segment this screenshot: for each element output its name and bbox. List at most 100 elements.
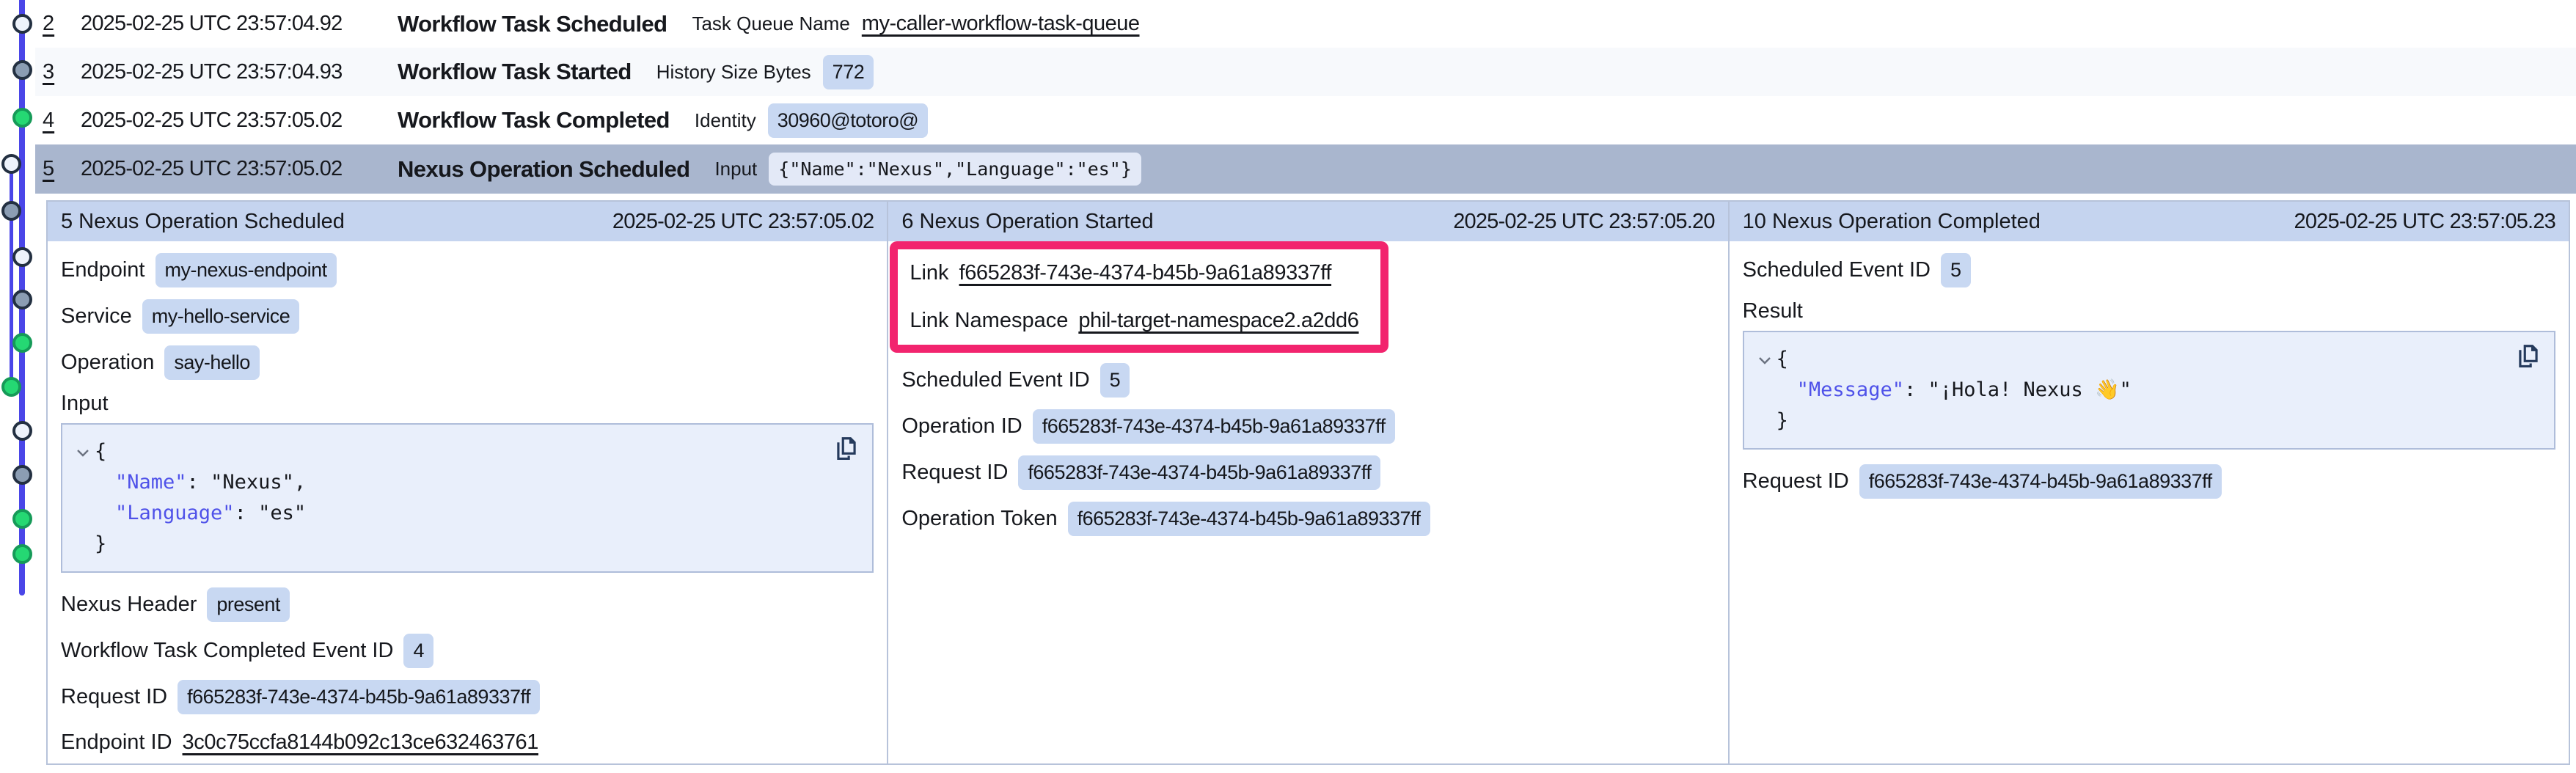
field-label: Operation: [61, 351, 154, 375]
operation-token-badge: f665283f-743e-4374-b45b-9a61a89337ff: [1068, 502, 1430, 536]
json-open-brace: {: [95, 440, 106, 463]
timeline-dot-white: [1, 154, 21, 174]
timeline-dot-green: [12, 333, 32, 353]
input-json-viewer: { "Name": "Nexus", "Language": "es" }: [61, 423, 874, 573]
timeline-dot-white: [12, 247, 32, 267]
json-key: "Language": [115, 502, 235, 524]
json-line: "Message": "¡Hola! Nexus 👋": [1757, 375, 2541, 406]
panel-header: 10 Nexus Operation Completed 2025-02-25 …: [1730, 202, 2569, 241]
panel-header: 6 Nexus Operation Started 2025-02-25 UTC…: [888, 202, 1727, 241]
field-label: Operation Token: [901, 507, 1057, 531]
json-line: "Language": "es": [76, 498, 859, 529]
timeline-dot-gray: [12, 60, 32, 80]
field-request-id: Request ID f665283f-743e-4374-b45b-9a61a…: [1743, 464, 2555, 499]
endpoint-badge: my-nexus-endpoint: [155, 253, 337, 287]
input-json-badge: {"Name":"Nexus","Language":"es"}: [769, 153, 1141, 186]
event-attr-label: History Size Bytes: [656, 61, 811, 84]
event-group-detail: 5 Nexus Operation Scheduled 2025-02-25 U…: [46, 200, 2570, 765]
event-row-2[interactable]: 2 2025-02-25 UTC 23:57:04.92 Workflow Ta…: [35, 0, 2576, 48]
field-label: Request ID: [1743, 469, 1849, 494]
timeline-dot-green: [1, 377, 21, 397]
event-row-3[interactable]: 3 2025-02-25 UTC 23:57:04.93 Workflow Ta…: [35, 48, 2576, 96]
json-value: "es": [258, 502, 306, 524]
event-attr-label: Input: [714, 158, 757, 180]
json-line: "Name": "Nexus",: [76, 467, 859, 498]
event-id-link[interactable]: 5: [43, 157, 81, 181]
field-label: Endpoint: [61, 258, 145, 282]
request-id-badge: f665283f-743e-4374-b45b-9a61a89337ff: [1018, 455, 1380, 490]
json-key: "Message": [1797, 378, 1904, 401]
event-name: Workflow Task Started: [398, 59, 632, 85]
operation-id-badge: f665283f-743e-4374-b45b-9a61a89337ff: [1033, 409, 1395, 444]
task-queue-link[interactable]: my-caller-workflow-task-queue: [862, 12, 1140, 36]
event-id-link[interactable]: 3: [43, 60, 81, 84]
field-label: Nexus Header: [61, 593, 197, 617]
timeline-dot-gray: [12, 290, 32, 309]
json-close-brace: }: [1757, 406, 2541, 436]
event-name: Workflow Task Completed: [398, 107, 670, 133]
field-wtce-id: Workflow Task Completed Event ID 4: [61, 634, 874, 668]
field-label: Workflow Task Completed Event ID: [61, 639, 393, 663]
nexus-header-badge: present: [207, 587, 290, 622]
field-endpoint: Endpoint my-nexus-endpoint: [61, 253, 874, 287]
field-endpoint-id: Endpoint ID 3c0c75ccfa8144b092c13ce63246…: [61, 726, 874, 758]
event-attr-label: Identity: [695, 109, 756, 132]
collapse-chevron-icon[interactable]: [1757, 344, 1777, 375]
field-label: Service: [61, 304, 132, 329]
event-name: Nexus Operation Scheduled: [398, 156, 689, 183]
field-scheduled-event-id: Scheduled Event ID 5: [901, 363, 1714, 398]
panel-title: 6 Nexus Operation Started: [901, 210, 1153, 234]
field-request-id: Request ID f665283f-743e-4374-b45b-9a61a…: [901, 455, 1714, 490]
event-row-4[interactable]: 4 2025-02-25 UTC 23:57:05.02 Workflow Ta…: [35, 96, 2576, 144]
timeline-dot-white: [12, 14, 32, 34]
request-id-badge: f665283f-743e-4374-b45b-9a61a89337ff: [1859, 464, 2222, 499]
link-namespace-link[interactable]: phil-target-namespace2.a2dd6: [1078, 309, 1358, 333]
json-close-brace: }: [76, 529, 859, 560]
event-row-5-selected[interactable]: 5 2025-02-25 UTC 23:57:05.02 Nexus Opera…: [35, 144, 2576, 194]
field-link: Link f665283f-743e-4374-b45b-9a61a89337f…: [910, 257, 1380, 290]
panel-nexus-operation-started: 6 Nexus Operation Started 2025-02-25 UTC…: [887, 202, 1727, 763]
field-operation-id: Operation ID f665283f-743e-4374-b45b-9a6…: [901, 409, 1714, 444]
field-label: Operation ID: [901, 414, 1022, 439]
link-highlight-annotation: Link f665283f-743e-4374-b45b-9a61a89337f…: [890, 241, 1388, 353]
copy-icon[interactable]: [2514, 342, 2542, 380]
field-label: Endpoint ID: [61, 730, 172, 755]
json-value: "¡Hola! Nexus 👋": [1928, 378, 2131, 401]
panel-header: 5 Nexus Operation Scheduled 2025-02-25 U…: [48, 202, 887, 241]
panel-nexus-operation-scheduled: 5 Nexus Operation Scheduled 2025-02-25 U…: [48, 202, 887, 763]
timeline-dot-green: [12, 509, 32, 529]
endpoint-id-link[interactable]: 3c0c75ccfa8144b092c13ce632463761: [183, 730, 538, 755]
field-link-namespace: Link Namespace phil-target-namespace2.a2…: [910, 305, 1380, 337]
panel-timestamp: 2025-02-25 UTC 23:57:05.02: [612, 210, 874, 234]
event-timestamp: 2025-02-25 UTC 23:57:05.02: [81, 109, 398, 133]
link-value-link[interactable]: f665283f-743e-4374-b45b-9a61a89337ff: [959, 261, 1332, 285]
request-id-badge: f665283f-743e-4374-b45b-9a61a89337ff: [178, 680, 540, 714]
history-size-badge: 772: [823, 55, 874, 89]
wtce-id-badge: 4: [403, 634, 433, 668]
event-history-list: 2 2025-02-25 UTC 23:57:04.92 Workflow Ta…: [35, 0, 2576, 194]
copy-icon[interactable]: [833, 435, 860, 472]
field-request-id: Request ID f665283f-743e-4374-b45b-9a61a…: [61, 680, 874, 714]
json-open-brace: {: [1777, 348, 1788, 370]
event-name: Workflow Task Scheduled: [398, 11, 667, 37]
timeline-dot-gray: [1, 201, 21, 221]
panel-timestamp: 2025-02-25 UTC 23:57:05.23: [2294, 210, 2555, 234]
field-label: Link: [910, 261, 948, 285]
field-label: Scheduled Event ID: [901, 368, 1089, 392]
panel-timestamp: 2025-02-25 UTC 23:57:05.20: [1453, 210, 1714, 234]
field-scheduled-event-id: Scheduled Event ID 5: [1743, 253, 2555, 287]
collapse-chevron-icon[interactable]: [76, 436, 95, 467]
identity-badge: 30960@totoro@: [768, 103, 928, 138]
field-service: Service my-hello-service: [61, 299, 874, 334]
field-label: Request ID: [901, 461, 1008, 485]
panel-title: 10 Nexus Operation Completed: [1743, 210, 2041, 234]
field-label: Scheduled Event ID: [1743, 258, 1931, 282]
result-section-label: Result: [1743, 299, 2555, 323]
timeline-dot-green: [12, 108, 32, 128]
event-id-link[interactable]: 2: [43, 12, 81, 36]
event-id-link[interactable]: 4: [43, 109, 81, 133]
timeline-dot-white: [12, 421, 32, 441]
timeline-branch-line: [10, 164, 13, 386]
event-timestamp: 2025-02-25 UTC 23:57:04.93: [81, 60, 398, 84]
timeline-dot-gray: [12, 465, 32, 485]
